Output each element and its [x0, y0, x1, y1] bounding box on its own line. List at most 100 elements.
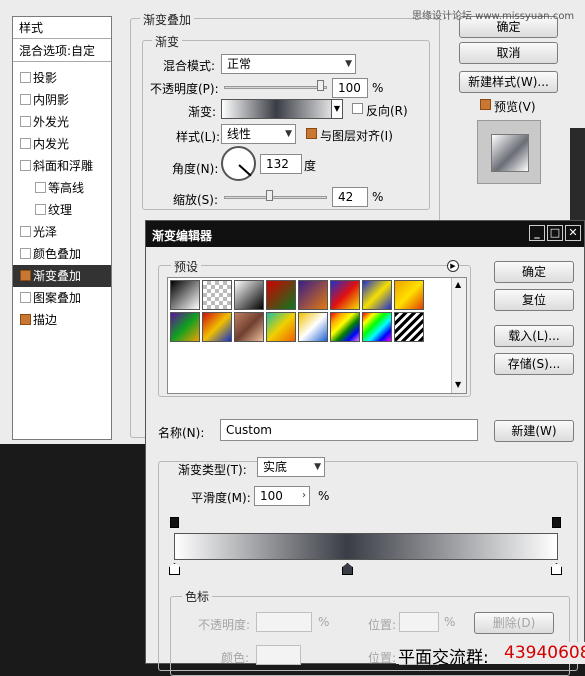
- cancel-button[interactable]: 取消: [459, 42, 558, 64]
- style-item-label: 等高线: [48, 181, 85, 195]
- smoothness-input[interactable]: 100 ›: [254, 486, 310, 506]
- gradient-preset-swatch[interactable]: [202, 280, 232, 310]
- stop-location-label: 位置:: [368, 618, 397, 632]
- preview-checkbox[interactable]: [480, 99, 491, 110]
- style-label: 样式(L):: [176, 130, 221, 144]
- stop-color-location-label: 位置:: [368, 651, 397, 665]
- gradient-dropdown-icon[interactable]: ▼: [331, 99, 343, 119]
- style-item[interactable]: 斜面和浮雕: [13, 155, 111, 177]
- style-item[interactable]: 外发光: [13, 111, 111, 133]
- style-item[interactable]: 图案叠加: [13, 287, 111, 309]
- reset-button[interactable]: 复位: [494, 289, 574, 311]
- gradient-preset-swatch[interactable]: [170, 280, 200, 310]
- new-style-button[interactable]: 新建样式(W)...: [459, 71, 558, 93]
- style-checkbox[interactable]: [20, 138, 31, 149]
- type-select[interactable]: 实底 ▼: [257, 457, 325, 477]
- style-item[interactable]: 颜色叠加: [13, 243, 111, 265]
- angle-label: 角度(N):: [172, 162, 219, 176]
- close-icon[interactable]: ✕: [565, 225, 581, 241]
- gradient-preset-swatch[interactable]: [298, 312, 328, 342]
- style-checkbox[interactable]: [20, 94, 31, 105]
- style-checkbox[interactable]: [20, 292, 31, 303]
- style-checkbox[interactable]: [20, 248, 31, 259]
- smoothness-label: 平滑度(M):: [191, 491, 251, 505]
- styles-list-title[interactable]: 样式: [13, 17, 111, 39]
- style-item-label: 内阴影: [33, 93, 70, 107]
- style-item[interactable]: 内阴影: [13, 89, 111, 111]
- gradient-preset-swatch[interactable]: [362, 312, 392, 342]
- style-checkbox[interactable]: [20, 116, 31, 127]
- style-item[interactable]: 纹理: [13, 199, 111, 221]
- style-checkbox[interactable]: [20, 160, 31, 171]
- gradient-preset-swatch[interactable]: [330, 280, 360, 310]
- chevron-up-icon[interactable]: ▲: [455, 280, 461, 289]
- opacity-stop-left[interactable]: [170, 517, 179, 528]
- reverse-checkbox[interactable]: [352, 103, 363, 114]
- gradient-preset-swatch[interactable]: [394, 312, 424, 342]
- style-item[interactable]: 投影: [13, 67, 111, 89]
- align-checkbox[interactable]: [306, 128, 317, 139]
- style-item-label: 颜色叠加: [33, 247, 82, 261]
- style-item-label: 内发光: [33, 137, 70, 151]
- section-title: 渐变叠加: [140, 11, 195, 28]
- chevron-down-icon: ▼: [345, 59, 352, 69]
- style-item[interactable]: 描边: [13, 309, 111, 331]
- style-checkbox[interactable]: [20, 314, 31, 325]
- chevron-down-icon: ▼: [314, 462, 321, 472]
- style-item-label: 光泽: [33, 225, 58, 239]
- load-button[interactable]: 载入(L)...: [494, 325, 574, 347]
- gradient-preset-swatch[interactable]: [330, 312, 360, 342]
- gradient-preset-swatch[interactable]: [234, 312, 264, 342]
- blend-options-item[interactable]: 混合选项:自定: [13, 40, 111, 62]
- style-checkbox[interactable]: [35, 182, 46, 193]
- style-checkbox[interactable]: [35, 204, 46, 215]
- opacity-percent: %: [372, 81, 384, 95]
- stop-color-swatch[interactable]: [256, 645, 301, 665]
- scale-input[interactable]: 42: [332, 187, 368, 207]
- name-input[interactable]: Custom: [220, 419, 478, 441]
- save-button[interactable]: 存储(S)...: [494, 353, 574, 375]
- gradient-preset-swatch[interactable]: [202, 312, 232, 342]
- opacity-input[interactable]: 100: [332, 78, 368, 98]
- stop-location-input[interactable]: [399, 612, 439, 632]
- chevron-down-icon[interactable]: ▼: [455, 380, 461, 389]
- blend-mode-select[interactable]: 正常 ▼: [221, 54, 356, 74]
- angle-input[interactable]: 132: [260, 154, 302, 174]
- presets-menu-icon[interactable]: ▶: [447, 260, 459, 272]
- stop-opacity-input[interactable]: [256, 612, 312, 632]
- stop-color-label: 颜色:: [221, 651, 250, 665]
- stops-group-title: 色标: [182, 588, 213, 605]
- scale-slider[interactable]: [224, 196, 327, 199]
- angle-dial[interactable]: [221, 146, 256, 181]
- gradient-preview[interactable]: [221, 99, 343, 119]
- footer-bar: 平面交流群: 43940608: [396, 642, 585, 668]
- style-item[interactable]: 光泽: [13, 221, 111, 243]
- smoothness-percent: %: [318, 489, 330, 503]
- gradient-preset-swatch[interactable]: [394, 280, 424, 310]
- minimize-icon[interactable]: _: [529, 225, 545, 241]
- style-select[interactable]: 线性 ▼: [221, 124, 296, 144]
- style-checkbox[interactable]: [20, 226, 31, 237]
- gradient-preset-swatch[interactable]: [234, 280, 264, 310]
- delete-opacity-button[interactable]: 删除(D): [474, 612, 554, 634]
- style-item[interactable]: 等高线: [13, 177, 111, 199]
- gradient-preset-swatch[interactable]: [298, 280, 328, 310]
- gradient-bar[interactable]: [174, 533, 558, 560]
- gradient-preset-swatch[interactable]: [266, 312, 296, 342]
- new-gradient-button[interactable]: 新建(W): [494, 420, 574, 442]
- scale-slider-thumb[interactable]: [266, 190, 273, 201]
- stop-opacity-percent: %: [318, 615, 330, 629]
- gradient-preset-swatch[interactable]: [266, 280, 296, 310]
- gradient-preset-swatch[interactable]: [170, 312, 200, 342]
- style-checkbox[interactable]: [20, 72, 31, 83]
- opacity-slider[interactable]: [224, 86, 327, 89]
- ok-button[interactable]: 确定: [494, 261, 574, 283]
- opacity-slider-thumb[interactable]: [317, 80, 324, 91]
- gradient-preset-swatch[interactable]: [362, 280, 392, 310]
- presets-scrollbar[interactable]: ▲ ▼: [451, 278, 466, 393]
- opacity-stop-right[interactable]: [552, 517, 561, 528]
- style-item[interactable]: 渐变叠加: [13, 265, 111, 287]
- style-item[interactable]: 内发光: [13, 133, 111, 155]
- maximize-icon[interactable]: □: [547, 225, 563, 241]
- style-checkbox[interactable]: [20, 270, 31, 281]
